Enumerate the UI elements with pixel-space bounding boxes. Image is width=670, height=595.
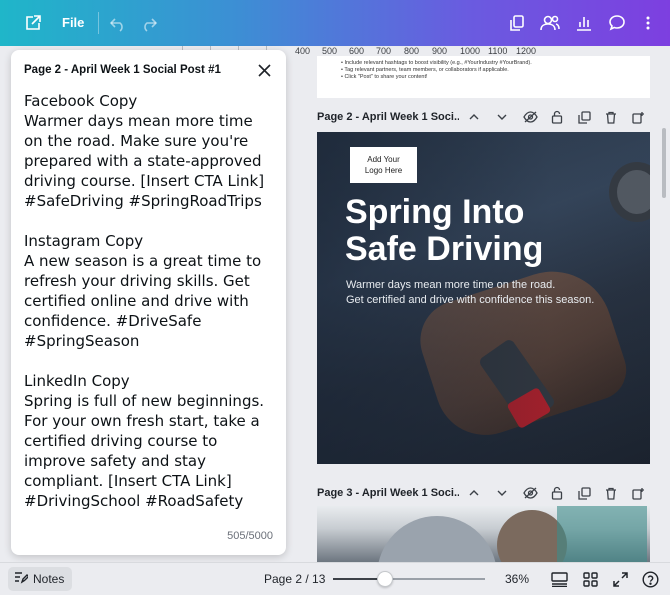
duplicate-icon[interactable] bbox=[575, 484, 593, 502]
notes-line: Warmer days mean more time bbox=[24, 112, 253, 130]
ruler-label: 1200 bbox=[516, 46, 537, 56]
lock-icon[interactable] bbox=[548, 484, 566, 502]
notes-line: For your own fresh start, take a bbox=[24, 412, 260, 430]
notes-line: driving course. [Insert CTA Link] bbox=[24, 172, 265, 190]
notes-line: Facebook Copy bbox=[24, 92, 138, 110]
hide-eye-icon[interactable] bbox=[521, 108, 539, 126]
redo-icon[interactable] bbox=[137, 11, 161, 35]
page-title[interactable]: Page 2 - April Week 1 Soci... bbox=[317, 111, 459, 123]
logo-placeholder[interactable]: Add Your Logo Here bbox=[350, 147, 417, 183]
ruler-label: 800 bbox=[404, 46, 420, 56]
design-page-3-canvas[interactable] bbox=[317, 506, 650, 562]
notes-line: #SpringSeason bbox=[24, 332, 140, 350]
notes-line: on the road. Make sure you're bbox=[24, 132, 249, 150]
page-indicator[interactable]: Page 2 / 13 bbox=[264, 572, 325, 586]
design-subtext[interactable]: Warmer days mean more time on the road. … bbox=[346, 278, 646, 308]
undo-icon[interactable] bbox=[106, 11, 130, 35]
chevron-up-icon[interactable] bbox=[465, 484, 483, 502]
notes-line bbox=[24, 211, 280, 231]
notes-button[interactable]: Notes bbox=[8, 567, 72, 591]
add-page-icon[interactable] bbox=[629, 108, 647, 126]
chevron-down-icon[interactable] bbox=[493, 108, 511, 126]
page-text-line: • Click "Post" to share your content! bbox=[341, 74, 428, 80]
help-icon[interactable] bbox=[640, 569, 660, 589]
ruler-label: 1100 bbox=[488, 46, 508, 56]
photo-shape bbox=[557, 506, 647, 562]
close-icon[interactable] bbox=[255, 61, 273, 79]
chevron-up-icon[interactable] bbox=[465, 108, 483, 126]
photo-shape bbox=[377, 516, 497, 562]
notes-line: improve safety and stay bbox=[24, 452, 206, 470]
notes-panel: Page 2 - April Week 1 Social Post #1 Fac… bbox=[11, 50, 286, 555]
notes-line: prepared with a state-approved bbox=[24, 152, 262, 170]
external-link-icon[interactable] bbox=[21, 11, 45, 35]
ruler-label: 600 bbox=[349, 46, 365, 56]
trash-icon[interactable] bbox=[602, 484, 620, 502]
subtext-line: Warmer days mean more time on the road. bbox=[346, 279, 556, 291]
bar-chart-icon[interactable] bbox=[572, 11, 596, 35]
vertical-scrollbar[interactable] bbox=[662, 128, 666, 198]
hide-eye-icon[interactable] bbox=[521, 484, 539, 502]
page-view-icon[interactable] bbox=[549, 569, 569, 589]
notes-line: Instagram Copy bbox=[24, 232, 144, 250]
zoom-slider-handle[interactable] bbox=[376, 571, 393, 587]
logo-placeholder-line: Logo Here bbox=[364, 166, 403, 175]
page-text-line: • Include relevant hashtags to boost vis… bbox=[341, 60, 532, 66]
notes-line bbox=[24, 351, 280, 371]
notes-line: #SafeDriving #SpringRoadTrips bbox=[24, 192, 262, 210]
notes-line: confidence. #DriveSafe bbox=[24, 312, 202, 330]
notes-icon bbox=[14, 571, 30, 587]
notes-line: LinkedIn Copy bbox=[24, 372, 130, 390]
chevron-down-icon[interactable] bbox=[493, 484, 511, 502]
zoom-level[interactable]: 36% bbox=[505, 572, 529, 586]
page-text-line: • Tag relevant partners, team members, o… bbox=[341, 67, 509, 73]
people-icon[interactable] bbox=[538, 11, 562, 35]
file-menu-button[interactable]: File bbox=[62, 15, 84, 30]
design-page-canvas[interactable]: Add Your Logo Here Spring Into Safe Driv… bbox=[317, 132, 650, 464]
notes-button-label: Notes bbox=[33, 572, 65, 586]
design-headline[interactable]: Spring Into Safe Driving bbox=[345, 194, 645, 268]
headline-line: Spring Into bbox=[345, 193, 525, 231]
bottom-bar: Notes Page 2 / 13 36% bbox=[0, 562, 670, 595]
ruler-label: 400 bbox=[295, 46, 311, 56]
ruler-label: 500 bbox=[322, 46, 338, 56]
ruler-label: 900 bbox=[432, 46, 448, 56]
notes-line: compliant. [Insert CTA Link] bbox=[24, 472, 232, 490]
notes-title: Page 2 - April Week 1 Social Post #1 bbox=[24, 64, 221, 76]
ruler-label: 700 bbox=[376, 46, 392, 56]
comment-icon[interactable] bbox=[605, 11, 629, 35]
notes-line: #DrivingSchool #RoadSafety bbox=[24, 492, 244, 510]
previous-page-canvas[interactable]: • Include relevant hashtags to boost vis… bbox=[317, 56, 650, 98]
notes-line: certified online and drive with bbox=[24, 292, 249, 310]
subtext-line: Get certified and drive with confidence … bbox=[346, 294, 595, 306]
ruler-label: 1000 bbox=[460, 46, 481, 56]
copy-pages-icon[interactable] bbox=[505, 11, 529, 35]
lock-icon[interactable] bbox=[548, 108, 566, 126]
headline-line: Safe Driving bbox=[345, 230, 544, 268]
notes-textarea[interactable]: Facebook Copy Warmer days mean more time… bbox=[24, 91, 280, 511]
grid-view-icon[interactable] bbox=[580, 569, 600, 589]
notes-line: refresh your driving skills. Get bbox=[24, 272, 250, 290]
notes-line: Spring is full of new beginnings. bbox=[24, 392, 265, 410]
character-count: 505/5000 bbox=[227, 530, 273, 542]
duplicate-icon[interactable] bbox=[575, 108, 593, 126]
more-options-icon[interactable] bbox=[636, 11, 660, 35]
page-header-2: Page 2 - April Week 1 Soci... bbox=[317, 106, 657, 128]
notes-line: certified driving course to bbox=[24, 432, 218, 450]
page-header-3: Page 3 - April Week 1 Soci... bbox=[317, 482, 657, 504]
fullscreen-icon[interactable] bbox=[610, 569, 630, 589]
notes-line: A new season is a great time to bbox=[24, 252, 262, 270]
page-title[interactable]: Page 3 - April Week 1 Soci... bbox=[317, 487, 459, 499]
add-page-icon[interactable] bbox=[629, 484, 647, 502]
top-toolbar: File bbox=[0, 0, 670, 46]
logo-placeholder-line: Add Your bbox=[367, 155, 400, 164]
toolbar-divider bbox=[98, 12, 99, 34]
trash-icon[interactable] bbox=[602, 108, 620, 126]
